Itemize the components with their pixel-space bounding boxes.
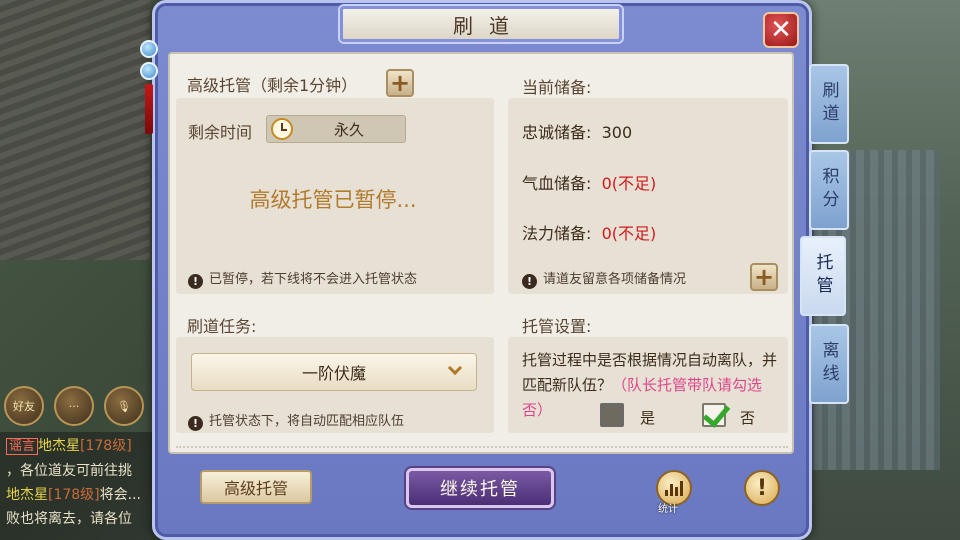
divider — [176, 446, 788, 448]
auto-manage-title: 高级托管（剩余1分钟） — [187, 76, 358, 95]
task-selected-value: 一阶伏魔 — [301, 364, 366, 383]
task-note-text: 托管状态下，将自动匹配相应队伍 — [209, 414, 405, 429]
hp-value: 0(不足) — [601, 174, 657, 193]
tab-shuadao[interactable]: 刷道 — [809, 64, 849, 144]
task-dropdown[interactable]: 一阶伏魔 — [191, 353, 477, 391]
plus-icon: + — [389, 69, 411, 97]
tab-label: 离线 — [818, 341, 839, 387]
ornament-pendant — [138, 40, 160, 136]
chat-shortcuts: 好友 ··· 🎙 — [4, 386, 144, 426]
hp-reserve: 气血储备: 0(不足) — [522, 170, 656, 194]
tab-label: 刷道 — [818, 81, 839, 127]
remaining-time-value: 永久 — [333, 120, 364, 139]
advanced-manage-button[interactable]: 高级托管 — [200, 470, 312, 504]
loyalty-value: 300 — [601, 123, 633, 142]
mp-reserve: 法力储备: 0(不足) — [522, 220, 656, 244]
chat-tag: 谣言 — [6, 438, 39, 455]
microphone-icon[interactable]: 🎙 — [104, 386, 144, 426]
friend-label: 好友 — [13, 400, 35, 413]
yes-checkbox[interactable] — [600, 403, 624, 427]
close-icon: ✕ — [770, 15, 792, 45]
paused-status: 高级托管已暂停... — [249, 188, 417, 212]
close-button[interactable]: ✕ — [763, 12, 799, 48]
tab-auto-manage[interactable]: 托管 — [800, 236, 846, 316]
remaining-time-label: 剩余时间 — [188, 123, 253, 142]
hp-label: 气血储备: — [522, 174, 592, 193]
no-label: 否 — [740, 409, 756, 427]
paused-note-text: 已暂停，若下线将不会进入托管状态 — [209, 272, 418, 287]
yes-label: 是 — [640, 409, 656, 427]
stats-label: 统计 — [658, 504, 678, 515]
loyalty-label: 忠诚储备: — [522, 123, 592, 142]
reserves-note: ! 请道友留意各项储备情况 — [522, 268, 686, 289]
mp-label: 法力储备: — [522, 224, 592, 243]
info-button[interactable]: ! — [744, 470, 780, 506]
chat-text: 将会... — [99, 487, 142, 503]
paused-note: ! 已暂停，若下线将不会进入托管状态 — [188, 268, 417, 289]
chat-player-name[interactable]: 地杰星 — [6, 487, 48, 503]
tab-label: 托管 — [812, 253, 833, 299]
dialog-title: 刷道 — [340, 6, 622, 42]
settings-title: 托管设置: — [522, 317, 592, 336]
bar-chart-icon — [665, 480, 683, 496]
pendant-bead — [140, 62, 158, 80]
chat-line: ，各位道友可前往挑 — [6, 463, 132, 479]
mp-value: 0(不足) — [601, 224, 657, 243]
no-checkbox[interactable] — [702, 403, 726, 427]
chat-line: 败也将离去，请各位 — [6, 511, 132, 527]
task-note: ! 托管状态下，将自动匹配相应队伍 — [188, 410, 404, 431]
chat-player-level: [178级] — [80, 438, 132, 454]
remaining-time-box: 永久 — [266, 115, 406, 143]
chat-line: 地杰星[178级]将会... — [6, 483, 154, 507]
tab-points[interactable]: 积分 — [809, 150, 849, 230]
add-reserve-button[interactable]: + — [750, 263, 778, 291]
chat-line: 谣言 地杰星[178级] — [6, 434, 154, 459]
pendant-bead — [140, 40, 158, 58]
tab-label: 积分 — [818, 167, 839, 213]
message-icon[interactable]: ··· — [54, 386, 94, 426]
alert-icon: ! — [188, 274, 203, 289]
chat-log[interactable]: 谣言 地杰星[178级] ，各位道友可前往挑 地杰星[178级]将会... 败也将… — [0, 432, 160, 540]
friend-icon[interactable]: 好友 — [4, 386, 44, 426]
alert-icon: ! — [188, 416, 203, 431]
plus-icon: + — [753, 263, 775, 291]
reserves-note-text: 请道友留意各项储备情况 — [543, 272, 687, 287]
task-title: 刷道任务: — [187, 317, 257, 336]
exclamation-icon: ! — [756, 475, 768, 501]
loyalty-reserve: 忠诚储备: 300 — [522, 119, 632, 143]
continue-manage-button[interactable]: 继续托管 — [406, 468, 554, 508]
background-roof — [0, 0, 150, 260]
chevron-down-icon — [447, 360, 463, 376]
pendant-tassel — [145, 84, 153, 134]
chat-player-name[interactable]: 地杰星 — [38, 438, 80, 454]
chat-player-level: [178级] — [48, 487, 100, 503]
clock-icon — [271, 118, 293, 140]
reserves-title: 当前储备: — [522, 78, 592, 97]
alert-icon: ! — [522, 274, 537, 289]
tab-offline[interactable]: 离线 — [809, 324, 849, 404]
add-time-button[interactable]: + — [386, 69, 414, 97]
